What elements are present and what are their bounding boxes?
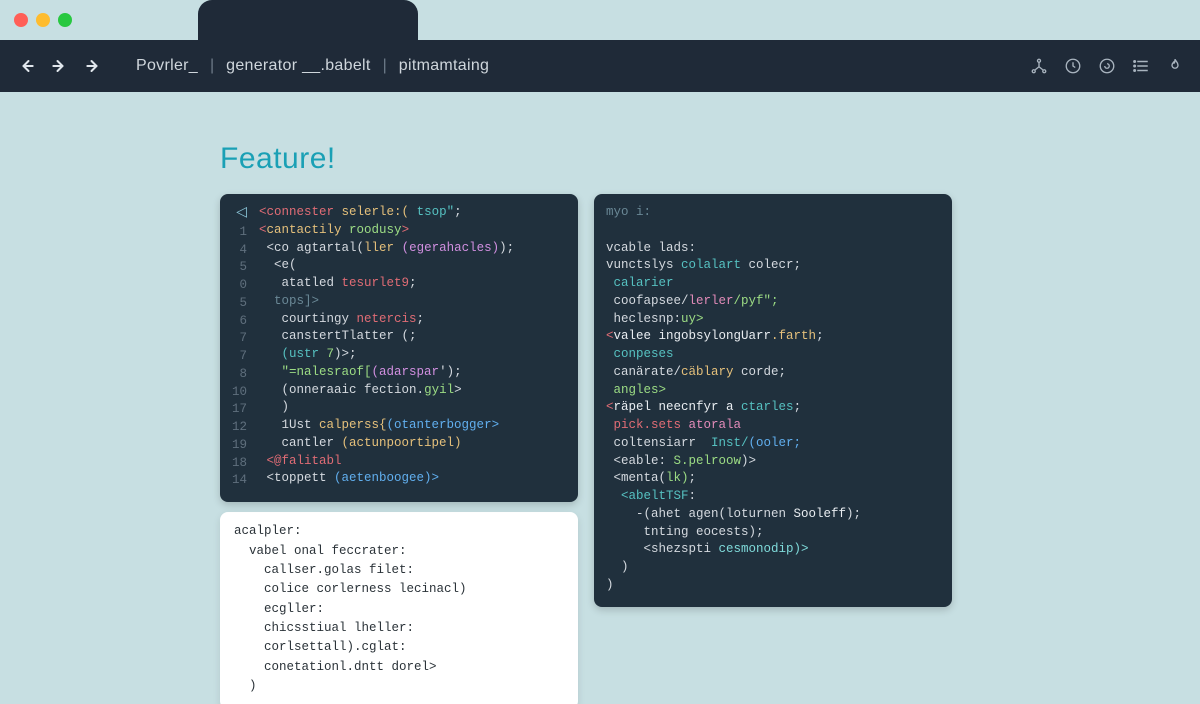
toolbar: Povrler_ | generator __.babelt | pitmamt… (0, 40, 1200, 92)
code-lines[interactable]: <connester selerle:( tsop";<cantactily r… (259, 204, 514, 490)
code-editor-left[interactable]: ◁145056778101712191814 <connester selerl… (220, 194, 578, 502)
minimize-window-button[interactable] (36, 13, 50, 27)
forward-icon[interactable] (84, 56, 104, 76)
forward-button[interactable] (50, 56, 70, 76)
refresh-icon[interactable] (1098, 57, 1116, 75)
code-lines[interactable]: myo i:vcable lads:vunctslys colalart col… (606, 204, 940, 595)
list-icon[interactable] (1132, 57, 1150, 75)
breadcrumb-item[interactable]: Povrler_ (136, 57, 198, 75)
back-button[interactable] (16, 56, 36, 76)
breadcrumb: Povrler_ | generator __.babelt | pitmamt… (136, 57, 489, 75)
code-editor-right[interactable]: myo i:vcable lads:vunctslys colalart col… (594, 194, 952, 607)
breadcrumb-item[interactable]: generator __.babelt (226, 57, 370, 75)
line-number-gutter: ◁145056778101712191814 (232, 204, 251, 490)
breadcrumb-separator: | (210, 57, 214, 75)
window-chrome (0, 0, 1200, 40)
active-tab[interactable] (198, 0, 418, 40)
fullscreen-window-button[interactable] (58, 13, 72, 27)
clock-icon[interactable] (1064, 57, 1082, 75)
page-title: Feature! (220, 142, 1200, 176)
share-icon[interactable] (1030, 57, 1048, 75)
breadcrumb-separator: | (383, 57, 387, 75)
close-window-button[interactable] (14, 13, 28, 27)
flame-icon[interactable] (1166, 57, 1184, 75)
breadcrumb-item[interactable]: pitmamtaing (399, 57, 489, 75)
output-panel: acalpler: vabel onal feccrater: callser.… (220, 512, 578, 704)
